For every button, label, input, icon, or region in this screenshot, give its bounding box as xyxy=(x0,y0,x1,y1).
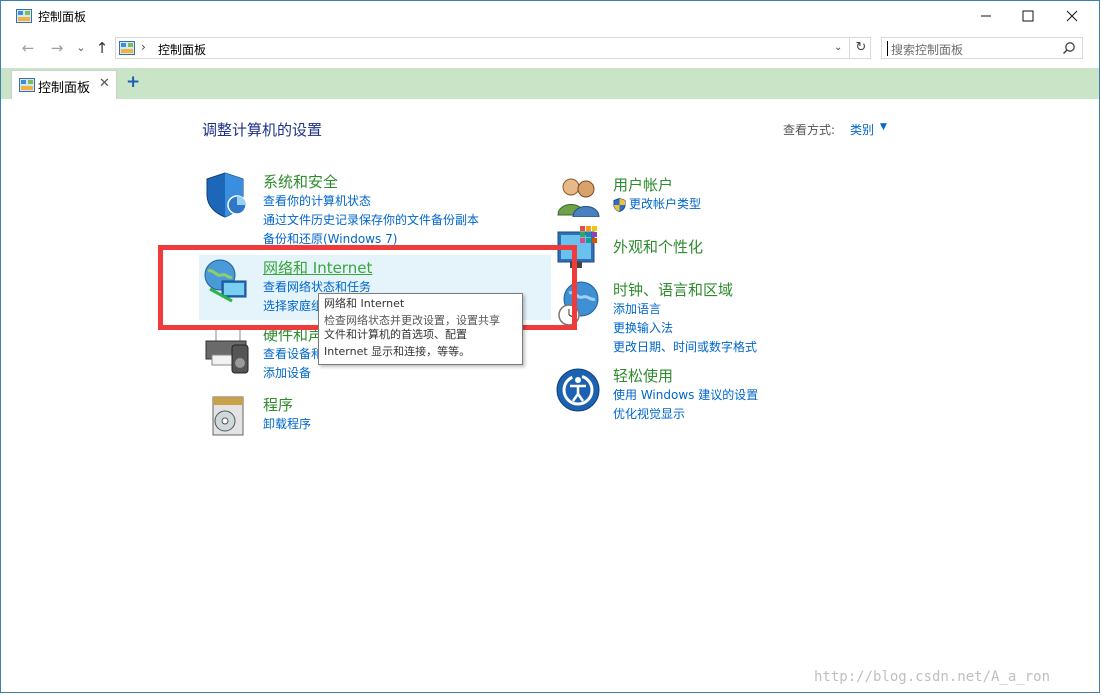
tooltip-title: 网络和 Internet xyxy=(324,297,405,310)
programs-icon xyxy=(212,396,244,436)
add-language-link[interactable]: 添加语言 xyxy=(613,300,757,319)
breadcrumb-control-panel[interactable]: 控制面板 xyxy=(158,41,206,58)
change-date-time-format-link[interactable]: 更改日期、时间或数字格式 xyxy=(613,338,757,357)
tab-control-panel[interactable]: 控制面板 ✕ xyxy=(11,70,117,99)
watermark: http://blog.csdn.net/A_a_ron xyxy=(814,669,1051,685)
maximize-button[interactable] xyxy=(1005,1,1051,32)
control-panel-icon xyxy=(19,78,35,92)
forward-button[interactable]: → xyxy=(47,39,67,57)
up-button[interactable]: ↑ xyxy=(92,39,112,57)
control-panel-icon xyxy=(16,9,32,23)
close-button[interactable] xyxy=(1049,1,1095,32)
maximize-icon xyxy=(1022,10,1034,22)
tab-close-icon[interactable]: ✕ xyxy=(99,76,110,91)
page-title: 调整计算机的设置 xyxy=(202,121,323,139)
printer-icon xyxy=(205,326,249,374)
category-hardware-sound: 硬件和声 查看设备和 添加设备 xyxy=(263,324,323,383)
control-panel-icon xyxy=(119,41,135,55)
search-input[interactable]: 搜索控制面板 xyxy=(891,41,963,58)
search-icon[interactable] xyxy=(1062,41,1076,55)
search-box[interactable]: 搜索控制面板 xyxy=(881,37,1083,59)
tooltip-line-1: 检查网络状态并更改设置，设置共享 xyxy=(324,314,500,326)
tooltip-network-internet: 网络和 Internet 检查网络状态并更改设置，设置共享 文件和计算机的首选项… xyxy=(318,293,523,365)
user-accounts-icon xyxy=(557,178,600,217)
tooltip-line-3: Internet 显示和连接，等等。 xyxy=(324,345,471,358)
uac-shield-icon xyxy=(613,198,626,212)
view-by-label: 查看方式: xyxy=(783,123,836,137)
chevron-down-icon[interactable]: ▼ xyxy=(880,122,887,132)
uninstall-program-link[interactable]: 卸载程序 xyxy=(263,415,311,434)
close-icon xyxy=(1066,10,1078,22)
change-account-type-text[interactable]: 更改帐户类型 xyxy=(629,197,701,211)
appearance-title[interactable]: 外观和个性化 xyxy=(613,236,703,257)
minimize-button[interactable] xyxy=(963,1,1009,32)
optimize-visual-display-link[interactable]: 优化视觉显示 xyxy=(613,405,758,424)
navigation-bar: ← → ⌄ ↑ › 控制面板 ⌄ ↻ 搜索控制面板 xyxy=(1,32,1099,65)
category-clock-region: 时钟、语言和区域 添加语言 更换输入法 更改日期、时间或数字格式 xyxy=(613,279,757,357)
category-appearance: 外观和个性化 xyxy=(613,236,703,257)
programs-title[interactable]: 程序 xyxy=(263,394,311,415)
back-button[interactable]: ← xyxy=(18,39,38,57)
recommended-settings-link[interactable]: 使用 Windows 建议的设置 xyxy=(613,386,758,405)
clock-region-title[interactable]: 时钟、语言和区域 xyxy=(613,279,757,300)
address-bar[interactable]: › 控制面板 ⌄ ↻ xyxy=(115,37,871,59)
category-user-accounts: 用户帐户 更改帐户类型 xyxy=(613,174,701,214)
window-title: 控制面板 xyxy=(38,10,87,24)
category-ease-of-access: 轻松使用 使用 Windows 建议的设置 优化视觉显示 xyxy=(613,365,758,424)
ease-of-access-icon xyxy=(556,368,600,412)
control-panel-window: 控制面板 ← → ⌄ ↑ › 控制面板 ⌄ ↻ 搜索控制面板 控制面板 ✕ + … xyxy=(0,0,1100,693)
view-by-dropdown[interactable]: 类别 xyxy=(850,121,874,138)
view-computer-status-link[interactable]: 查看你的计算机状态 xyxy=(263,192,479,211)
user-accounts-title[interactable]: 用户帐户 xyxy=(613,174,701,195)
view-devices-link[interactable]: 查看设备和 xyxy=(263,345,323,364)
tab-label: 控制面板 xyxy=(38,81,91,96)
refresh-button[interactable]: ↻ xyxy=(849,38,872,58)
add-device-link[interactable]: 添加设备 xyxy=(263,364,323,383)
title-bar: 控制面板 xyxy=(1,1,1099,32)
new-tab-button[interactable]: + xyxy=(126,72,140,92)
category-programs: 程序 卸载程序 xyxy=(263,394,311,434)
change-account-type-link[interactable]: 更改帐户类型 xyxy=(613,195,701,214)
system-security-title[interactable]: 系统和安全 xyxy=(263,171,479,192)
recent-locations-button[interactable]: ⌄ xyxy=(71,39,91,57)
ease-of-access-title[interactable]: 轻松使用 xyxy=(613,365,758,386)
address-dropdown-button[interactable]: ⌄ xyxy=(834,42,842,53)
tooltip-line-2: 文件和计算机的首选项、配置 xyxy=(324,328,467,341)
breadcrumb-separator[interactable]: › xyxy=(141,40,146,54)
change-input-method-link[interactable]: 更换输入法 xyxy=(613,319,757,338)
text-caret xyxy=(887,41,888,56)
category-system-security: 系统和安全 查看你的计算机状态 通过文件历史记录保存你的文件备份副本 备份和还原… xyxy=(263,171,479,249)
minimize-icon xyxy=(981,15,991,17)
file-history-link[interactable]: 通过文件历史记录保存你的文件备份副本 xyxy=(263,211,479,230)
tab-strip: 控制面板 ✕ + xyxy=(1,68,1099,99)
shield-icon xyxy=(206,172,247,218)
